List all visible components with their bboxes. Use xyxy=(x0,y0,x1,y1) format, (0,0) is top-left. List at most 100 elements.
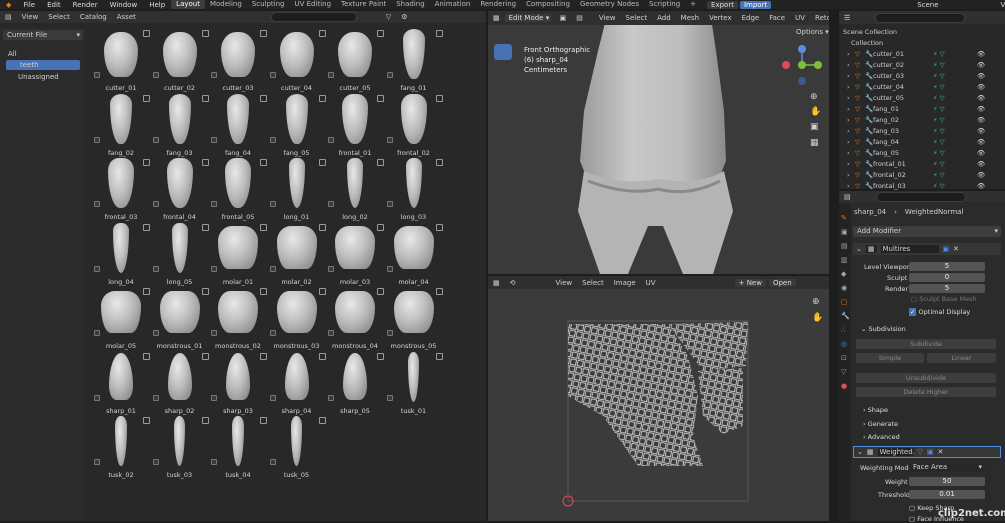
outliner-item[interactable]: › ▽ 🔧 cutter_03 ⚡ ▽ 👁 xyxy=(839,70,1005,81)
particles-tab-icon[interactable]: ∴ xyxy=(841,326,851,334)
visibility-eye-icon[interactable]: 👁 xyxy=(977,138,985,146)
visibility-eye-icon[interactable]: 👁 xyxy=(977,105,985,113)
advanced-panel[interactable]: › Advanced xyxy=(863,433,900,441)
visibility-eye-icon[interactable]: 👁 xyxy=(977,72,985,80)
asset-checkbox[interactable] xyxy=(152,459,159,465)
show-in-viewport-icon[interactable]: ▣ xyxy=(943,245,950,253)
vp-menu-face[interactable]: Face xyxy=(764,14,790,22)
asset-edit-icon[interactable] xyxy=(377,30,384,37)
asset-tile[interactable]: sharp_03 xyxy=(209,351,267,415)
asset-edit-icon[interactable] xyxy=(143,159,150,166)
add-workspace-button[interactable]: + xyxy=(685,0,701,9)
material-tab-icon[interactable]: ● xyxy=(841,382,851,390)
asset-checkbox[interactable] xyxy=(94,201,100,207)
tool-tab-icon[interactable]: ✎ xyxy=(841,214,851,222)
asset-edit-icon[interactable] xyxy=(143,288,150,295)
export-button[interactable]: Export xyxy=(707,0,738,9)
uv-editor-type-icon[interactable]: ▦ xyxy=(488,279,505,287)
visibility-eye-icon[interactable]: 👁 xyxy=(977,160,985,168)
transform-icon[interactable] xyxy=(494,142,512,158)
expand-icon[interactable]: › xyxy=(847,94,855,102)
shape-panel[interactable]: › Shape xyxy=(863,406,888,414)
visibility-eye-icon[interactable]: 👁 xyxy=(977,171,985,179)
tab-texture-paint[interactable]: Texture Paint xyxy=(336,0,391,9)
viewlayer-label[interactable]: ViewLayer xyxy=(995,1,1005,9)
expand-icon[interactable]: › xyxy=(847,127,855,135)
asset-edit-icon[interactable] xyxy=(143,94,150,102)
inset-icon[interactable] xyxy=(494,246,512,262)
asset-search-input[interactable] xyxy=(270,12,357,22)
asset-edit-icon[interactable] xyxy=(143,223,150,231)
asset-checkbox[interactable] xyxy=(386,330,393,336)
asset-checkbox[interactable] xyxy=(152,330,159,336)
asset-checkbox[interactable] xyxy=(269,459,276,465)
visibility-eye-icon[interactable]: 👁 xyxy=(977,149,985,157)
catalog-unassigned[interactable]: Unassigned xyxy=(8,73,59,81)
asset-checkbox[interactable] xyxy=(152,201,159,207)
asset-edit-icon[interactable] xyxy=(201,223,209,231)
asset-edit-icon[interactable] xyxy=(318,417,326,424)
world-tab-icon[interactable]: ◉ xyxy=(841,284,851,292)
asset-checkbox[interactable] xyxy=(386,394,393,401)
collapse-weighted-icon[interactable]: ⌄ xyxy=(857,448,863,456)
tab-scripting[interactable]: Scripting xyxy=(644,0,685,9)
asset-edit-icon[interactable] xyxy=(143,417,150,424)
add-modifier-button[interactable]: Add Modifier ▾ xyxy=(853,226,1001,237)
asset-tile[interactable]: monstrous_01 xyxy=(151,286,209,350)
expand-icon[interactable]: › xyxy=(847,50,855,58)
weighted-viewport-icon[interactable]: ▣ xyxy=(927,448,934,456)
move-icon[interactable] xyxy=(494,84,512,100)
visibility-eye-icon[interactable]: 👁 xyxy=(977,50,985,58)
rotate-icon[interactable] xyxy=(494,104,512,120)
outliner-item[interactable]: › ▽ 🔧 frontal_03 ⚡ ▽ 👁 xyxy=(839,180,1005,191)
asset-tile[interactable]: cutter_02 xyxy=(151,28,209,92)
level-viewport-field[interactable]: 5 xyxy=(909,262,985,271)
uv-editor[interactable] xyxy=(488,276,829,521)
asset-menu-view[interactable]: View xyxy=(17,13,44,21)
asset-edit-icon[interactable] xyxy=(143,30,150,37)
asset-tile[interactable]: frontal_02 xyxy=(385,93,443,157)
asset-edit-icon[interactable] xyxy=(201,352,209,360)
asset-tile[interactable]: cutter_01 xyxy=(92,28,150,92)
asset-checkbox[interactable] xyxy=(94,394,100,401)
visibility-eye-icon[interactable]: 👁 xyxy=(977,94,985,102)
select-box-icon[interactable] xyxy=(494,44,512,60)
asset-tile[interactable]: monstrous_03 xyxy=(268,286,326,350)
expand-icon[interactable]: › xyxy=(847,149,855,157)
menu-edit[interactable]: Edit xyxy=(41,1,67,9)
editor-type-3d-icon[interactable]: ▦ xyxy=(488,14,505,22)
outliner-item[interactable]: › ▽ 🔧 frontal_01 ⚡ ▽ 👁 xyxy=(839,158,1005,169)
asset-tile[interactable]: long_05 xyxy=(151,222,209,286)
outliner-item[interactable]: › ▽ 🔧 fang_04 ⚡ ▽ 👁 xyxy=(839,136,1005,147)
outliner-item[interactable]: › ▽ 🔧 cutter_01 ⚡ ▽ 👁 xyxy=(839,48,1005,59)
asset-tile[interactable]: long_02 xyxy=(326,157,384,221)
asset-edit-icon[interactable] xyxy=(201,30,209,37)
asset-tile[interactable]: fang_05 xyxy=(268,93,326,157)
asset-tile[interactable]: molar_04 xyxy=(385,222,443,286)
asset-tile[interactable]: cutter_05 xyxy=(326,28,384,92)
asset-edit-icon[interactable] xyxy=(435,30,443,37)
asset-checkbox[interactable] xyxy=(328,72,334,78)
vp-menu-uv[interactable]: UV xyxy=(790,14,810,22)
expand-icon[interactable]: › xyxy=(847,171,855,179)
unsubdivide-button[interactable]: Unsubdivide xyxy=(856,373,996,383)
tab-shading[interactable]: Shading xyxy=(391,0,429,9)
filter-icon[interactable]: ▽ xyxy=(381,13,396,21)
vp-menu-add[interactable]: Add xyxy=(652,14,676,22)
scene-tab-icon[interactable]: ◆ xyxy=(841,270,851,278)
catalog-teeth[interactable]: teeth xyxy=(6,60,80,70)
asset-menu-select[interactable]: Select xyxy=(43,13,75,21)
asset-edit-icon[interactable] xyxy=(260,30,267,37)
asset-checkbox[interactable] xyxy=(152,394,159,401)
asset-tile[interactable]: fang_04 xyxy=(209,93,267,157)
asset-tile[interactable]: fang_02 xyxy=(92,93,150,157)
settings-gear-icon[interactable]: ⚙ xyxy=(396,13,412,21)
outliner-item[interactable]: › ▽ 🔧 cutter_04 ⚡ ▽ 👁 xyxy=(839,81,1005,92)
asset-edit-icon[interactable] xyxy=(201,159,209,166)
edge-select-icon[interactable]: ▤ xyxy=(571,14,588,22)
menu-window[interactable]: Window xyxy=(104,1,144,9)
cursor-icon[interactable] xyxy=(494,64,512,80)
vertex-select-icon[interactable]: ▣ xyxy=(555,14,572,22)
expand-icon[interactable]: › xyxy=(847,138,855,146)
mode-select[interactable]: Edit Mode ▾ xyxy=(504,14,551,22)
